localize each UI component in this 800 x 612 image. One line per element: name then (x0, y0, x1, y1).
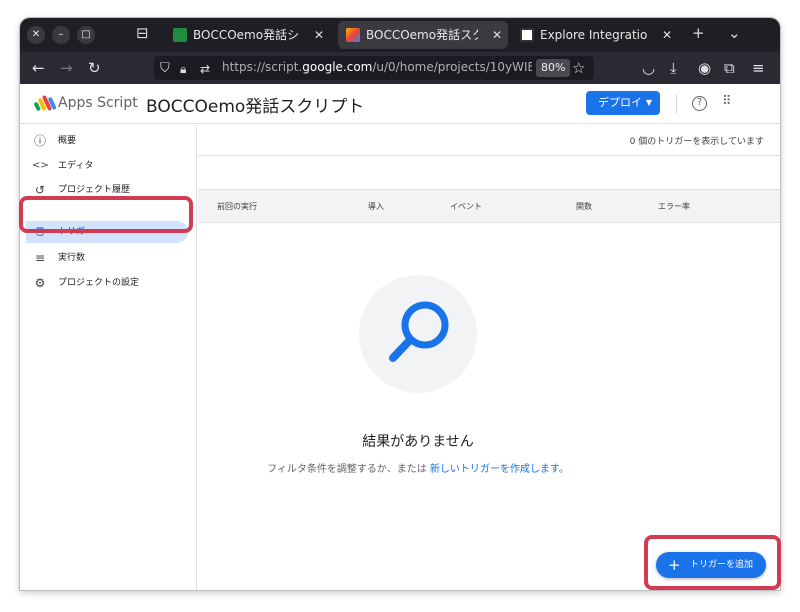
sidebar: ⓘ 概要 <> エディタ ↺ プロジェクト履歴 ⏰︎ トリガー ≡ 実行数 ⚙ … (20, 125, 197, 590)
window-minimize-icon[interactable]: – (52, 26, 70, 44)
sidebar-item-label: プロジェクト履歴 (58, 185, 131, 195)
nav-bar: ← → ↻ ⛉ 🔒︎ ⇄ https://script.google.com/u… (20, 52, 780, 84)
table-header: 前回の実行 導入 イベント 関数 エラー率 (198, 189, 780, 223)
column-header-function[interactable]: 関数 (576, 201, 592, 212)
code-icon: <> (32, 160, 49, 171)
app-name[interactable]: Apps Script (58, 95, 138, 111)
deploy-button[interactable]: デプロイ ▼ (586, 91, 660, 115)
app-header: Apps Script BOCCOemo発話スクリプト デプロイ ▼ ? ⠿ (20, 84, 780, 124)
settings-icon: ⚙ (34, 276, 46, 290)
help-icon[interactable]: ? (692, 96, 707, 111)
menu-icon[interactable]: ≡ (752, 59, 765, 77)
column-header-last-run[interactable]: 前回の実行 (217, 201, 257, 212)
sheets-favicon-icon (173, 28, 187, 42)
sidebar-item-label: 実行数 (58, 253, 86, 263)
tab-list-icon[interactable]: ⌄ (728, 24, 741, 42)
trigger-count: 0 個のトリガーを表示しています (629, 137, 764, 147)
lock-icon[interactable]: 🔒︎ (180, 60, 186, 78)
tab-sheets[interactable]: BOCCOemo発話シート - ✕ (165, 21, 330, 49)
tab-close-icon[interactable]: ✕ (314, 21, 324, 49)
create-trigger-link[interactable]: 新しいトリガーを作成します。 (430, 464, 569, 475)
tab-ifttt[interactable]: Explore Integrations - IFTT ✕ (512, 21, 678, 49)
sidebar-item-label: エディタ (58, 161, 94, 171)
column-header-event[interactable]: イベント (450, 201, 482, 212)
shield-icon[interactable]: ⛉ (160, 60, 170, 78)
sidebar-item-label: 概要 (58, 136, 77, 146)
window-close-icon[interactable]: ✕ (27, 26, 45, 44)
divider (198, 155, 780, 156)
highlight-add-trigger (644, 535, 781, 590)
back-icon[interactable]: ← (32, 59, 45, 77)
apps-script-favicon-icon (346, 28, 360, 42)
empty-state-title: 結果がありません (362, 434, 474, 450)
info-icon: ⓘ (33, 134, 46, 148)
account-icon[interactable]: ◉ (698, 59, 711, 77)
url-path: /u/0/home/projects/10yWIEmX (372, 60, 532, 74)
project-title[interactable]: BOCCOemo発話スクリプト (146, 92, 364, 117)
url-domain: google.com (302, 60, 373, 74)
tab-close-icon[interactable]: ✕ (492, 21, 502, 49)
column-header-deployment[interactable]: 導入 (368, 201, 384, 212)
ifttt-favicon-icon (520, 28, 534, 42)
triggers-panel: 0 個のトリガーを表示しています 前回の実行 導入 イベント 関数 エラー率 結… (198, 125, 780, 590)
reload-icon[interactable]: ↻ (88, 59, 101, 77)
sidebar-item-overview[interactable]: ⓘ 概要 (26, 130, 188, 152)
new-tab-icon[interactable]: + (692, 24, 705, 42)
column-header-error-rate[interactable]: エラー率 (658, 201, 690, 212)
highlight-triggers-nav (19, 196, 193, 233)
tab-strip: ✕ – □ ⊟ BOCCOemo発話シート - ✕ BOCCOemo発話スクリプ… (20, 18, 780, 52)
header-divider (676, 94, 677, 114)
bookmark-star-icon[interactable]: ☆ (572, 59, 585, 77)
browser-window: ✕ – □ ⊟ BOCCOemo発話シート - ✕ BOCCOemo発話スクリプ… (20, 18, 780, 590)
sidebar-item-executions[interactable]: ≡ 実行数 (26, 247, 188, 269)
pocket-icon[interactable]: ◡ (642, 59, 655, 77)
sidebar-item-editor[interactable]: <> エディタ (26, 155, 188, 177)
download-icon[interactable]: ⤓ (670, 59, 677, 77)
forward-icon[interactable]: → (60, 59, 73, 77)
tab-apps-script[interactable]: BOCCOemo発話スクリプ ✕ (338, 21, 508, 49)
zoom-badge[interactable]: 80% (536, 59, 571, 77)
url-text[interactable]: https://script.google.com/u/0/home/proje… (222, 60, 532, 74)
apps-script-logo-icon (34, 95, 56, 111)
tab-overview-icon[interactable]: ⊟ (136, 24, 149, 42)
extensions-icon[interactable]: ⧉ (724, 59, 735, 77)
tab-label: Explore Integrations - IFTT (540, 28, 648, 42)
sidebar-item-label: プロジェクトの設定 (58, 278, 140, 288)
address-bar[interactable]: ⛉ 🔒︎ ⇄ https://script.google.com/u/0/hom… (154, 56, 594, 80)
empty-state-hint: フィルタ条件を調整するか、または 新しいトリガーを作成します。 (198, 460, 638, 475)
empty-state-illustration (359, 275, 477, 393)
google-apps-grid-icon[interactable]: ⠿ (722, 94, 732, 109)
hint-text: フィルタ条件を調整するか、または (267, 464, 427, 475)
dropdown-caret-icon: ▼ (645, 98, 652, 107)
permissions-icon[interactable]: ⇄ (200, 60, 210, 78)
tab-label: BOCCOemo発話スクリプ (366, 28, 478, 42)
url-prefix: https://script. (222, 60, 303, 74)
tab-close-icon[interactable]: ✕ (662, 21, 672, 49)
tab-label: BOCCOemo発話シート - (193, 28, 300, 42)
window-maximize-icon[interactable]: □ (77, 26, 95, 44)
magnifier-icon (389, 301, 449, 362)
deploy-label: デプロイ (598, 96, 642, 109)
executions-icon: ≡ (34, 251, 46, 265)
sidebar-item-project-settings[interactable]: ⚙ プロジェクトの設定 (26, 272, 188, 294)
